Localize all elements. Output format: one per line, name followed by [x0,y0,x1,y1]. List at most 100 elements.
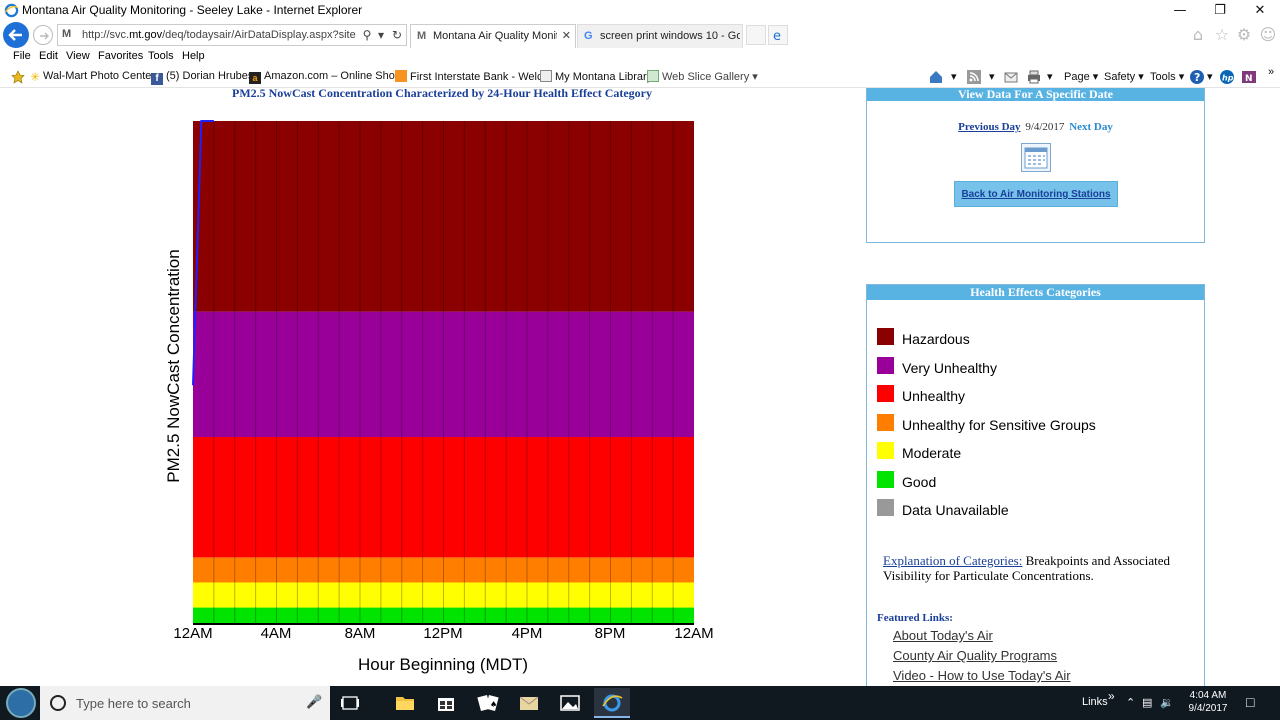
previous-day-link[interactable]: Previous Day [958,121,1020,133]
gear-icon[interactable]: ⚙ [1234,25,1254,45]
menu-help[interactable]: Help [182,50,205,62]
edge-icon[interactable]: e [768,25,788,45]
next-day-link[interactable]: Next Day [1069,121,1113,133]
mail-app-icon[interactable] [511,688,547,718]
clock-date: 9/4/2017 [1188,703,1228,714]
safety-menu-button[interactable]: Safety ▾ [1104,70,1144,83]
explanation-of-categories-link[interactable]: Explanation of Categories: [883,553,1022,568]
rss-feed-icon[interactable] [966,69,982,85]
featured-link-county-programs[interactable]: County Air Quality Programs [893,648,1057,663]
navigation-bar: M http://svc.mt.gov/deq/todaysair/AirDat… [0,22,1280,48]
favorite-my-montana-library[interactable]: My Montana Library [540,70,652,83]
page-menu-button[interactable]: Page ▾ [1064,70,1098,83]
help-icon[interactable]: ? [1189,69,1205,85]
back-button[interactable] [3,22,29,48]
tray-expand-icon[interactable]: ⌃ [1126,696,1135,709]
favorites-bar: ✳ Wal-Mart Photo Center f (5) Dorian Hrube… [0,66,1280,88]
home-dropdown-icon[interactable]: ▾ [951,70,957,83]
menu-tools[interactable]: Tools [148,50,174,62]
smiley-icon[interactable]: ☺ [1258,25,1278,45]
tab-favicon-icon: G [584,30,593,42]
svg-text:e: e [773,29,781,44]
favorite-web-slice-gallery[interactable]: Web Slice Gallery ▾ [647,70,758,83]
minimize-button[interactable]: — [1160,0,1200,22]
web-slice-icon [647,70,659,82]
windows-taskbar: Type here to search 🎤 ♠ Links » ⌃ ▤ 🔉 4:… [0,686,1280,720]
tab-screen-print[interactable]: G screen print windows 10 - Goo... [577,24,743,48]
home-icon[interactable]: ⌂ [1188,25,1208,45]
menu-edit[interactable]: Edit [39,50,58,62]
svg-text:♠: ♠ [490,700,497,709]
health-effects-panel: Health Effects Categories Hazardous Very … [866,284,1205,686]
date-panel-header: View Data For A Specific Date [867,88,1204,101]
links-toolbar[interactable]: Links [1082,696,1108,708]
home-command-icon[interactable] [928,69,944,85]
hp-icon[interactable]: hp [1219,69,1235,85]
search-placeholder: Type here to search [76,696,191,711]
command-bar-overflow-icon[interactable]: » [1268,66,1274,78]
solitaire-icon[interactable]: ♠ [470,688,506,718]
menu-favorites[interactable]: Favorites [98,50,143,62]
featured-link-video[interactable]: Video - How to Use Today's Air [893,668,1071,683]
legend-swatch [877,328,894,345]
address-bar[interactable]: M http://svc.mt.gov/deq/todaysair/AirDat… [57,24,407,46]
internet-explorer-taskbar-icon[interactable] [594,688,630,718]
legend-swatch [877,413,894,431]
task-view-icon[interactable] [332,688,368,718]
tab-label: screen print windows 10 - Goo... [600,30,740,42]
forward-button[interactable] [33,25,53,45]
window-title: Montana Air Quality Monitoring - Seeley … [22,3,363,17]
close-window-button[interactable]: ✕ [1240,0,1280,22]
print-dropdown-icon[interactable]: ▾ [1047,70,1053,83]
new-tab-button[interactable] [746,25,766,45]
help-dropdown-icon[interactable]: ▾ [1207,70,1213,83]
action-center-icon[interactable]: □ [1246,694,1254,710]
feed-dropdown-icon[interactable]: ▾ [989,70,995,83]
back-to-stations-button[interactable]: Back to Air Monitoring Stations [954,181,1118,207]
maximize-button[interactable]: ❐ [1200,0,1240,22]
legend-label: Data Unavailable [902,502,1009,518]
address-url[interactable]: http://svc.mt.gov/deq/todaysair/AirDataD… [82,29,356,41]
facebook-icon: f [151,73,163,85]
close-tab-icon[interactable]: ✕ [562,29,571,42]
refresh-icon[interactable]: ↻ [390,28,404,42]
tools-menu-button[interactable]: Tools ▾ [1150,70,1184,83]
taskbar-clock[interactable]: 4:04 AM 9/4/2017 [1186,689,1230,715]
favorite-facebook[interactable]: f (5) Dorian Hrubes [151,70,253,85]
favorites-star-icon[interactable]: ☆ [1212,25,1232,45]
edge-logo-icon: e [773,29,781,44]
start-button[interactable] [6,688,36,718]
links-overflow-icon[interactable]: » [1108,689,1115,703]
taskbar-search[interactable]: Type here to search 🎤 [40,686,330,720]
tab-favicon-icon: M [417,30,427,42]
volume-icon[interactable]: 🔉 [1160,696,1174,709]
favorite-amazon[interactable]: a Amazon.com – Online Sho... [249,70,404,84]
tab-montana-air-quality[interactable]: M Montana Air Quality Monito... ✕ [410,24,576,48]
favorite-first-interstate[interactable]: First Interstate Bank - Welc... [395,70,552,83]
svg-text:hp: hp [1222,74,1234,83]
file-explorer-icon[interactable] [387,688,423,718]
network-icon[interactable]: ▤ [1142,696,1152,709]
photos-icon[interactable] [552,688,588,718]
print-icon[interactable] [1026,69,1042,85]
onenote-icon[interactable]: N [1241,69,1257,85]
x-tick-label: 8PM [594,625,626,642]
menu-file[interactable]: File [13,50,31,62]
forward-arrow-icon [40,32,49,40]
calendar-icon[interactable] [1021,143,1051,172]
read-mail-icon[interactable] [1003,69,1019,85]
featured-links-title: Featured Links: [877,612,953,624]
microphone-icon[interactable]: 🎤 [306,695,322,710]
specific-date-panel: View Data For A Specific Date Previous D… [866,88,1205,243]
legend-swatch [877,356,894,374]
dropdown-arrow-icon[interactable]: ▾ [374,28,388,42]
menu-view[interactable]: View [66,50,90,62]
featured-link-about-todays-air[interactable]: About Today's Air [893,628,993,643]
site-favicon-icon: M [62,28,72,40]
store-icon[interactable] [428,688,464,718]
favorites-add-icon[interactable] [10,70,29,85]
legend-label: Unhealthy [902,388,966,404]
favorite-walmart[interactable]: ✳ Wal-Mart Photo Center [30,70,155,84]
search-icon[interactable]: ⚲ [360,28,374,42]
amazon-icon: a [249,72,261,84]
